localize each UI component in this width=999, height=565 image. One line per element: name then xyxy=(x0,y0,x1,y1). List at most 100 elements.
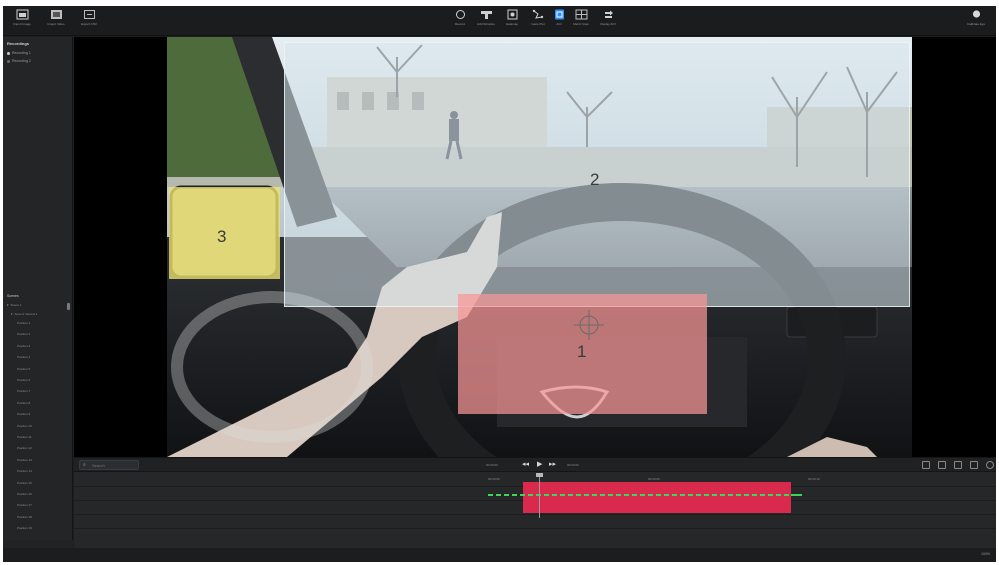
export-icon xyxy=(83,10,95,19)
heatmap-label: Heatmap xyxy=(505,22,519,26)
metric-icon xyxy=(575,9,587,20)
ruler-label: 00:00:05 xyxy=(648,477,660,481)
import-image-label: Import Image xyxy=(13,22,31,26)
status-bar: 100% xyxy=(3,548,996,562)
video-viewport: 2 1 3 xyxy=(74,37,996,457)
crosshair-icon xyxy=(574,310,604,340)
frame-list-item[interactable]: Position 2 xyxy=(17,332,30,336)
recordings-title: Recordings xyxy=(7,41,30,46)
record-button[interactable]: Record xyxy=(447,9,473,33)
record-icon xyxy=(455,10,465,19)
scene-subgroup[interactable]: ▾ Area of Interest 1 xyxy=(11,312,38,316)
scenes-header: Scenes xyxy=(3,291,73,301)
video-icon xyxy=(50,10,62,19)
recording-item[interactable]: Recording 1 xyxy=(7,51,31,55)
current-time-label: 00:00:00 xyxy=(486,463,498,467)
replay-icon xyxy=(604,10,613,18)
calibrate-icon xyxy=(972,10,980,18)
frame-list-item[interactable]: Position 4 xyxy=(17,355,30,359)
gear-icon[interactable] xyxy=(986,461,994,469)
aoi-3-label: 3 xyxy=(217,227,227,246)
frame-list-item[interactable]: Position 18 xyxy=(17,515,32,519)
frame-list-item[interactable]: Position 7 xyxy=(17,389,30,393)
timeline-search[interactable]: ⌕ xyxy=(79,460,139,470)
step-back-icon[interactable]: ◂◂ xyxy=(522,461,529,469)
frame-list-item[interactable]: Position 15 xyxy=(17,481,32,485)
chevron-down-icon: ▾ xyxy=(11,312,13,316)
frame-list-item[interactable]: Position 11 xyxy=(17,435,32,439)
ellipse-tool-icon[interactable] xyxy=(970,461,978,469)
recording-label: Recording 1 xyxy=(12,51,31,55)
recording-dot-icon xyxy=(7,59,10,63)
play-icon[interactable]: ▶ xyxy=(537,461,542,469)
aoi-region-3[interactable]: 3 xyxy=(169,187,280,279)
frame-list-item[interactable]: Position 8 xyxy=(17,401,30,405)
aoi-2-label: 2 xyxy=(590,170,600,189)
frame-list-item[interactable]: Position 1 xyxy=(17,321,30,325)
left-sidebar: Recordings Recording 1 Recording 2 Scene… xyxy=(3,37,73,562)
heatmap-icon xyxy=(507,9,517,20)
gazeplot-icon xyxy=(532,9,543,19)
main-toolbar: Import Image Import Video Export CSV Rec… xyxy=(3,6,996,36)
step-forward-icon[interactable]: ▸▸ xyxy=(549,461,556,469)
select-tool-icon[interactable] xyxy=(922,461,930,469)
frame-list-item[interactable]: Position 12 xyxy=(17,446,32,450)
aoi-event-bar[interactable] xyxy=(523,482,791,513)
chevron-down-icon: ▾ xyxy=(7,303,9,307)
frame-list-item[interactable]: Position 5 xyxy=(17,367,30,371)
scene-group[interactable]: ▾ Scene 1 xyxy=(7,303,22,307)
app-window: Import Image Import Video Export CSV Rec… xyxy=(3,6,996,562)
record-label: Record xyxy=(455,22,465,26)
image-icon xyxy=(16,9,28,20)
timeline-toolbar: ⌕ 00:00:00 ◂◂ ▶ ▸▸ 00:00:00 xyxy=(74,458,996,472)
frame-list-item[interactable]: Position 3 xyxy=(17,344,30,348)
aoi-region-1[interactable]: 1 xyxy=(458,294,707,414)
search-icon: ⌕ xyxy=(83,462,86,468)
aoi-icon xyxy=(554,9,564,20)
scenes-scrollbar[interactable] xyxy=(67,303,70,310)
scene-subgroup-label: Area of Interest 1 xyxy=(14,312,38,316)
frame-list-item[interactable]: Position 10 xyxy=(17,424,32,428)
timeline-search-input[interactable] xyxy=(92,462,132,468)
recording-item[interactable]: Recording 2 xyxy=(7,59,31,63)
frame-list-item[interactable]: Position 9 xyxy=(17,412,30,416)
import-video-label: Import Video xyxy=(47,22,65,26)
export-csv-label: Export CSV xyxy=(81,22,97,26)
total-time-label: 00:00:00 xyxy=(567,463,579,467)
ruler-label: 00:00:00 xyxy=(488,477,500,481)
aoi-1-label: 1 xyxy=(577,342,587,361)
calibrate-eye-button[interactable]: Calibrate Eye xyxy=(963,9,989,33)
stimulus-video-frame[interactable]: 2 1 3 xyxy=(167,37,912,457)
aoi-tool-label: AOI xyxy=(556,22,562,26)
frame-list-item[interactable]: Position 17 xyxy=(17,503,32,507)
aoi-region-2[interactable]: 2 xyxy=(284,42,910,307)
frame-list-item[interactable]: Position 19 xyxy=(17,526,32,530)
import-image-button[interactable]: Import Image xyxy=(9,9,35,33)
polygon-tool-icon[interactable] xyxy=(954,461,962,469)
import-video-button[interactable]: Import Video xyxy=(43,9,69,33)
metric-view-label: Metric View xyxy=(573,22,589,26)
gaze-samples-track xyxy=(488,494,802,496)
rect-tool-icon[interactable] xyxy=(938,461,946,469)
track-row xyxy=(74,515,996,529)
frame-list-item[interactable]: Position 14 xyxy=(17,469,32,473)
ruler-label: 00:00:10 xyxy=(808,477,820,481)
frame-list-item[interactable]: Position 13 xyxy=(17,458,32,462)
playhead[interactable] xyxy=(539,473,540,518)
frame-list-item[interactable]: Position 16 xyxy=(17,492,32,496)
recording-dot-icon xyxy=(7,51,10,55)
export-csv-button[interactable]: Export CSV xyxy=(76,9,102,33)
gaze-samples-track-end xyxy=(791,494,801,496)
timeline-panel: ⌕ 00:00:00 ◂◂ ▶ ▸▸ 00:00:00 00:00:00 00:… xyxy=(74,457,996,548)
calibrate-eye-label: Calibrate Eye xyxy=(966,22,985,26)
add-stimulus-button[interactable]: Add Stimulus xyxy=(473,9,499,33)
scenes-title[interactable]: Scenes xyxy=(7,294,19,298)
replay-aoi-button[interactable]: Replay AOI xyxy=(595,9,621,33)
replay-aoi-label: Replay AOI xyxy=(600,22,616,26)
metric-view-button[interactable]: Metric View xyxy=(568,9,594,33)
playhead-handle[interactable] xyxy=(536,473,543,477)
recording-label: Recording 2 xyxy=(12,59,31,63)
heatmap-button[interactable]: Heatmap xyxy=(499,9,525,33)
frame-list-item[interactable]: Position 6 xyxy=(17,378,30,382)
scene-group-label: Scene 1 xyxy=(10,303,22,307)
